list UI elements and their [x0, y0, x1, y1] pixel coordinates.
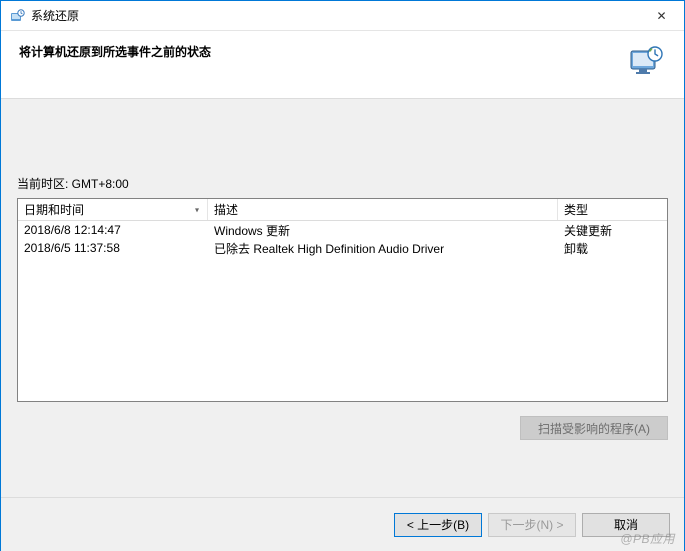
sort-desc-icon: ▾: [195, 205, 199, 214]
table-body: 2018/6/8 12:14:47 Windows 更新 关键更新 2018/6…: [18, 221, 667, 257]
table-row[interactable]: 2018/6/5 11:37:58 已除去 Realtek High Defin…: [18, 239, 667, 257]
column-label: 类型: [564, 201, 588, 218]
cell-type: 卸载: [558, 240, 667, 257]
column-header-description[interactable]: 描述: [208, 199, 558, 220]
titlebar: 系统还原 ✕: [1, 1, 684, 31]
column-header-date[interactable]: 日期和时间 ▾: [18, 199, 208, 220]
cell-date: 2018/6/5 11:37:58: [18, 241, 208, 255]
table-row[interactable]: 2018/6/8 12:14:47 Windows 更新 关键更新: [18, 221, 667, 239]
column-label: 日期和时间: [24, 201, 84, 218]
cell-type: 关键更新: [558, 222, 667, 239]
wizard-content: 当前时区: GMT+8:00 日期和时间 ▾ 描述 类型 2018/6/8 12…: [1, 99, 684, 497]
close-button[interactable]: ✕: [639, 1, 684, 31]
wizard-header: 将计算机还原到所选事件之前的状态: [1, 31, 684, 99]
table-header: 日期和时间 ▾ 描述 类型: [18, 199, 667, 221]
restore-points-table[interactable]: 日期和时间 ▾ 描述 类型 2018/6/8 12:14:47 Windows …: [17, 198, 668, 402]
cell-date: 2018/6/8 12:14:47: [18, 223, 208, 237]
column-label: 描述: [214, 201, 238, 218]
wizard-heading: 将计算机还原到所选事件之前的状态: [19, 43, 618, 60]
wizard-footer: < 上一步(B) 下一步(N) > 取消 @PB应用: [1, 497, 684, 551]
timezone-label: 当前时区: GMT+8:00: [17, 99, 668, 192]
window-title: 系统还原: [31, 7, 639, 24]
next-button: 下一步(N) >: [488, 513, 576, 537]
cancel-button[interactable]: 取消: [582, 513, 670, 537]
system-restore-icon: [9, 8, 25, 24]
column-header-type[interactable]: 类型: [558, 199, 667, 220]
scan-affected-programs-button: 扫描受影响的程序(A): [520, 416, 668, 440]
close-icon: ✕: [656, 9, 666, 23]
cell-description: 已除去 Realtek High Definition Audio Driver: [208, 240, 558, 257]
cell-description: Windows 更新: [208, 222, 558, 239]
scan-button-row: 扫描受影响的程序(A): [17, 416, 668, 440]
back-button[interactable]: < 上一步(B): [394, 513, 482, 537]
restore-monitor-icon: [628, 43, 666, 81]
